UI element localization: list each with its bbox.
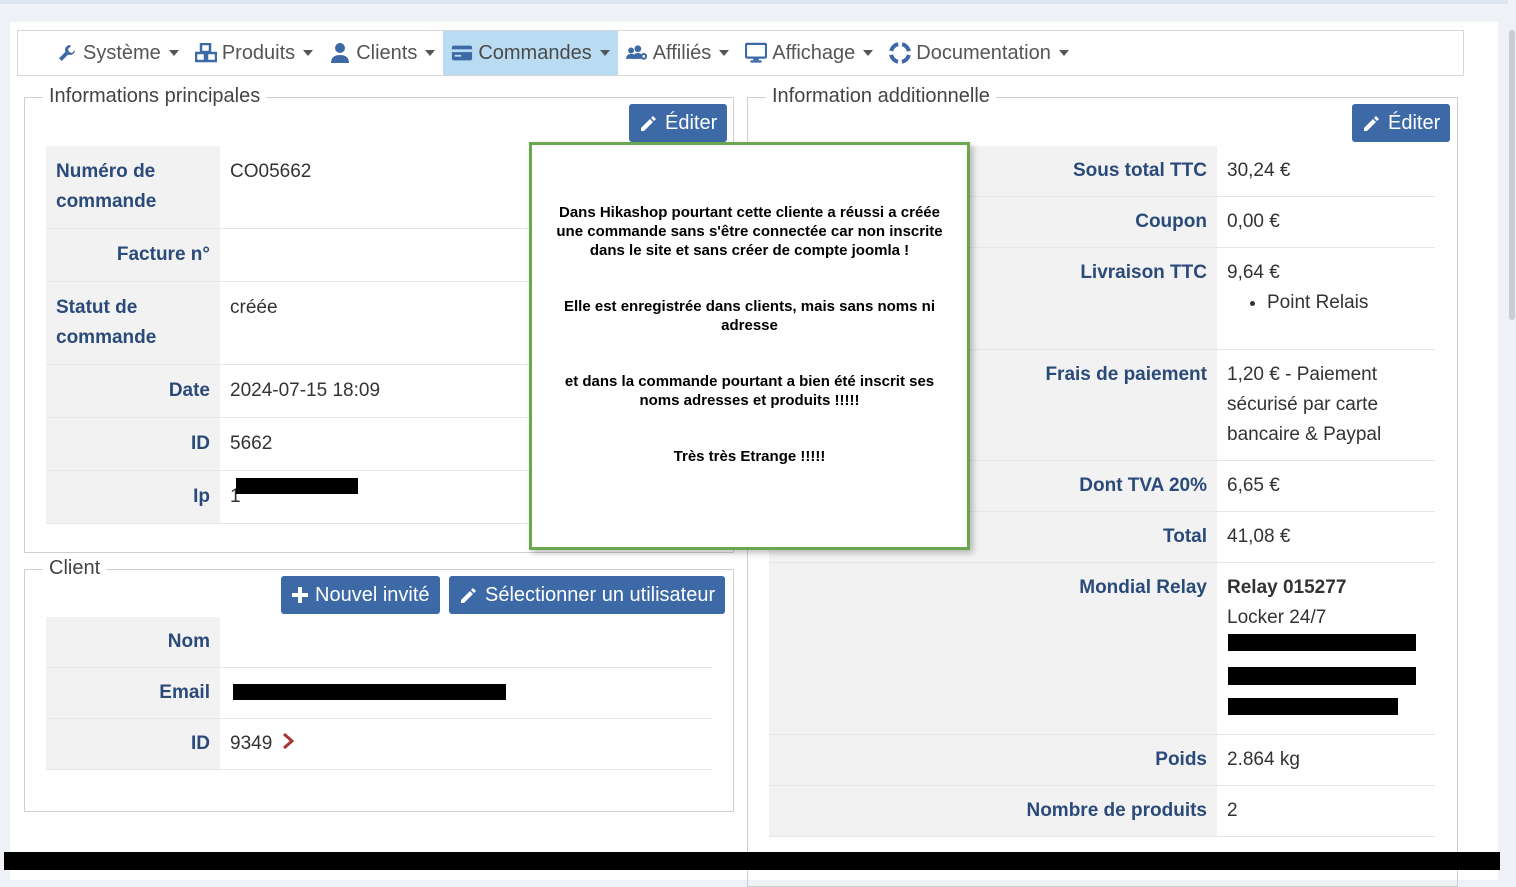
row-label: Facture n° — [46, 228, 220, 282]
lifebuoy-icon — [889, 42, 912, 64]
nav-documentation[interactable]: Documentation — [881, 31, 1077, 75]
shipping-amount: 9,64 € — [1227, 262, 1280, 283]
select-user-button[interactable]: Sélectionner un utilisateur — [449, 576, 726, 614]
table-row: Poids 2.864 kg — [769, 734, 1435, 786]
note-paragraph: et dans la commande pourtant a bien été … — [564, 373, 935, 409]
pencil-icon — [641, 116, 656, 131]
table-row: Nom — [46, 617, 712, 668]
main-nav: Système Produits Clients Commandes Affil… — [17, 30, 1464, 76]
row-label: Statut de commande — [46, 281, 220, 365]
relay-type: Locker 24/7 — [1227, 607, 1327, 628]
additional-info-legend: Information additionnelle — [766, 85, 996, 108]
new-guest-label: Nouvel invité — [315, 583, 430, 606]
client-legend: Client — [43, 557, 107, 580]
row-label: Poids — [769, 734, 1217, 786]
address-redaction — [1228, 667, 1416, 685]
chevron-down-icon — [599, 50, 610, 56]
row-value: 1,20 € - Paiement sécurisé par carte ban… — [1217, 349, 1435, 461]
pencil-icon — [461, 588, 476, 603]
row-label: ID — [46, 417, 220, 471]
scrollbar-thumb[interactable] — [1509, 30, 1515, 320]
email-redaction — [233, 684, 506, 700]
chevron-down-icon — [719, 50, 730, 56]
nav-label: Affiliés — [652, 41, 712, 64]
user-icon — [329, 42, 351, 64]
chevron-down-icon — [303, 50, 314, 56]
row-value: 6,65 € — [1217, 460, 1435, 512]
table-row: Nombre de produits 2 — [769, 785, 1435, 837]
annotation-note: Dans Hikashop pourtant cette cliente a r… — [529, 142, 970, 550]
wrench-icon — [56, 42, 78, 64]
ip-redaction — [236, 478, 358, 494]
pencil-icon — [1364, 116, 1379, 131]
address-redaction — [1228, 698, 1398, 715]
nav-systeme[interactable]: Système — [48, 31, 187, 75]
select-user-label: Sélectionner un utilisateur — [485, 583, 716, 606]
nav-label: Système — [83, 41, 161, 64]
row-label: Numéro de commande — [46, 146, 220, 229]
row-value: 30,24 € — [1217, 146, 1435, 197]
main-info-legend: Informations principales — [43, 85, 267, 108]
nav-produits[interactable]: Produits — [187, 31, 321, 75]
note-paragraph: Elle est enregistrée dans clients, mais … — [564, 298, 935, 334]
client-id-value: 9349 — [230, 733, 273, 754]
nav-clients[interactable]: Clients — [321, 31, 443, 75]
shipping-method-list: Point Relais — [1227, 288, 1425, 318]
nav-label: Produits — [221, 41, 296, 64]
nav-label: Clients — [356, 41, 418, 64]
list-item: Point Relais — [1267, 288, 1425, 318]
bottom-redaction-bar — [4, 852, 1500, 870]
chevron-down-icon — [425, 50, 436, 56]
note-paragraph: Très très Etrange !!!!! — [673, 448, 826, 465]
chevron-down-icon — [168, 50, 179, 56]
table-row: ID 9349 — [46, 718, 712, 770]
row-value: 9,64 € Point Relais — [1217, 247, 1435, 350]
edit-main-info-button[interactable]: Éditer — [629, 104, 728, 142]
chevron-down-icon — [1058, 50, 1069, 56]
plus-icon — [292, 587, 308, 603]
monitor-icon — [745, 42, 768, 64]
row-value: 0,00 € — [1217, 196, 1435, 248]
chevron-right-icon[interactable] — [282, 732, 294, 750]
nav-commandes[interactable]: Commandes — [443, 31, 618, 75]
row-label: Ip — [46, 470, 220, 524]
address-redaction — [1228, 634, 1416, 651]
nav-affilies[interactable]: Affiliés — [618, 31, 738, 75]
chevron-down-icon — [863, 50, 874, 56]
page-top-strip — [0, 0, 1516, 4]
row-label: Nom — [46, 617, 220, 668]
row-label: Mondial Relay — [769, 562, 1217, 735]
edit-additional-info-button[interactable]: Éditer — [1352, 104, 1451, 142]
nav-label: Documentation — [916, 41, 1051, 64]
edit-label: Éditer — [1388, 111, 1441, 134]
edit-label: Éditer — [665, 111, 718, 134]
row-value[interactable]: 9349 — [220, 718, 712, 770]
row-label: Nombre de produits — [769, 785, 1217, 837]
row-value: 2 — [1217, 785, 1435, 837]
row-label: ID — [46, 718, 220, 770]
nav-label: Commandes — [478, 41, 592, 64]
row-value — [220, 617, 712, 668]
note-paragraph: Dans Hikashop pourtant cette cliente a r… — [556, 204, 943, 259]
row-label: Date — [46, 364, 220, 418]
nav-label: Affichage — [772, 41, 856, 64]
row-label: Email — [46, 667, 220, 719]
cubes-icon — [194, 42, 217, 64]
new-guest-button[interactable]: Nouvel invité — [281, 576, 440, 614]
relay-id: Relay 015277 — [1227, 577, 1347, 598]
row-value: 41,08 € — [1217, 511, 1435, 563]
nav-affichage[interactable]: Affichage — [737, 31, 881, 75]
row-value: 2.864 kg — [1217, 734, 1435, 786]
credit-card-icon — [451, 42, 473, 64]
users-cog-icon — [625, 42, 648, 64]
